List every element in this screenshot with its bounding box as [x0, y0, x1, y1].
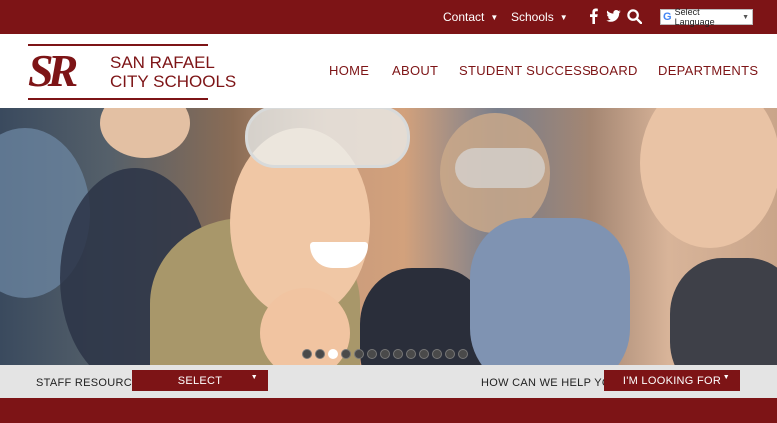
logo-monogram: SR: [28, 45, 78, 96]
nav-about[interactable]: ABOUT: [392, 63, 438, 78]
logo-line-1: SAN RAFAEL: [110, 53, 215, 72]
site-logo[interactable]: SR SAN RAFAEL CITY SCHOOLS: [28, 44, 236, 100]
resource-strip: STAFF RESOURCES: SELECT ▼ HOW CAN WE HEL…: [0, 365, 777, 398]
slide-dot[interactable]: [458, 349, 468, 359]
contact-dropdown[interactable]: Contact ▼: [443, 10, 498, 24]
chevron-down-icon: ▼: [722, 374, 730, 381]
nav-departments[interactable]: DEPARTMENTS: [658, 63, 758, 78]
chevron-down-icon: ▼: [559, 13, 568, 22]
looking-for-select-label: I'M LOOKING FOR: [622, 374, 722, 387]
right-student-face: [640, 108, 777, 248]
language-select-label: Select Language: [674, 7, 715, 27]
slide-dot[interactable]: [432, 349, 442, 359]
language-select[interactable]: G Select Language ▼: [660, 7, 753, 27]
google-icon: G: [663, 11, 672, 23]
background-striped-shirt: [470, 218, 630, 365]
logo-rule-bottom: [28, 98, 208, 100]
slide-dot[interactable]: [367, 349, 377, 359]
nav-home[interactable]: HOME: [329, 63, 369, 78]
logo-line-2: CITY SCHOOLS: [110, 72, 237, 91]
slide-dot[interactable]: [315, 349, 325, 359]
slide-indicator: [302, 349, 468, 361]
background-face: [100, 108, 190, 158]
slide-dot[interactable]: [406, 349, 416, 359]
contact-label: Contact: [443, 10, 485, 24]
looking-for-select[interactable]: I'M LOOKING FOR ▼: [604, 370, 740, 391]
nav-board[interactable]: BOARD: [590, 63, 638, 78]
staff-resources-select-label: SELECT: [177, 374, 223, 387]
slide-dot[interactable]: [380, 349, 390, 359]
chevron-down-icon: ▼: [250, 374, 258, 381]
slide-dot[interactable]: [419, 349, 429, 359]
help-label: HOW CAN WE HELP YOU:: [481, 377, 623, 389]
schools-dropdown[interactable]: Schools ▼: [511, 10, 568, 24]
chevron-down-icon: ▼: [490, 13, 499, 22]
chevron-down-icon: ▼: [742, 13, 750, 21]
background-goggles: [455, 148, 545, 188]
top-utility-bar: Contact ▼ Schools ▼ G Select Language ▼: [0, 0, 777, 34]
bottom-bar: [0, 398, 777, 423]
slide-dot[interactable]: [328, 349, 338, 359]
slide-dot[interactable]: [302, 349, 312, 359]
site-header: SR SAN RAFAEL CITY SCHOOLS HOME ABOUT ST…: [0, 34, 777, 108]
slide-dot[interactable]: [393, 349, 403, 359]
twitter-icon[interactable]: [606, 10, 621, 22]
schools-label: Schools: [511, 10, 554, 24]
staff-resources-select[interactable]: SELECT ▼: [132, 370, 268, 391]
facebook-icon[interactable]: [589, 8, 598, 24]
safety-goggles: [245, 108, 410, 168]
right-student-shirt: [670, 258, 777, 365]
slide-dot[interactable]: [445, 349, 455, 359]
search-icon[interactable]: [627, 9, 642, 24]
nav-student-success[interactable]: STUDENT SUCCESS: [459, 63, 591, 78]
slide-dot[interactable]: [354, 349, 364, 359]
slide-dot[interactable]: [341, 349, 351, 359]
hero-slideshow-image[interactable]: [0, 108, 777, 365]
